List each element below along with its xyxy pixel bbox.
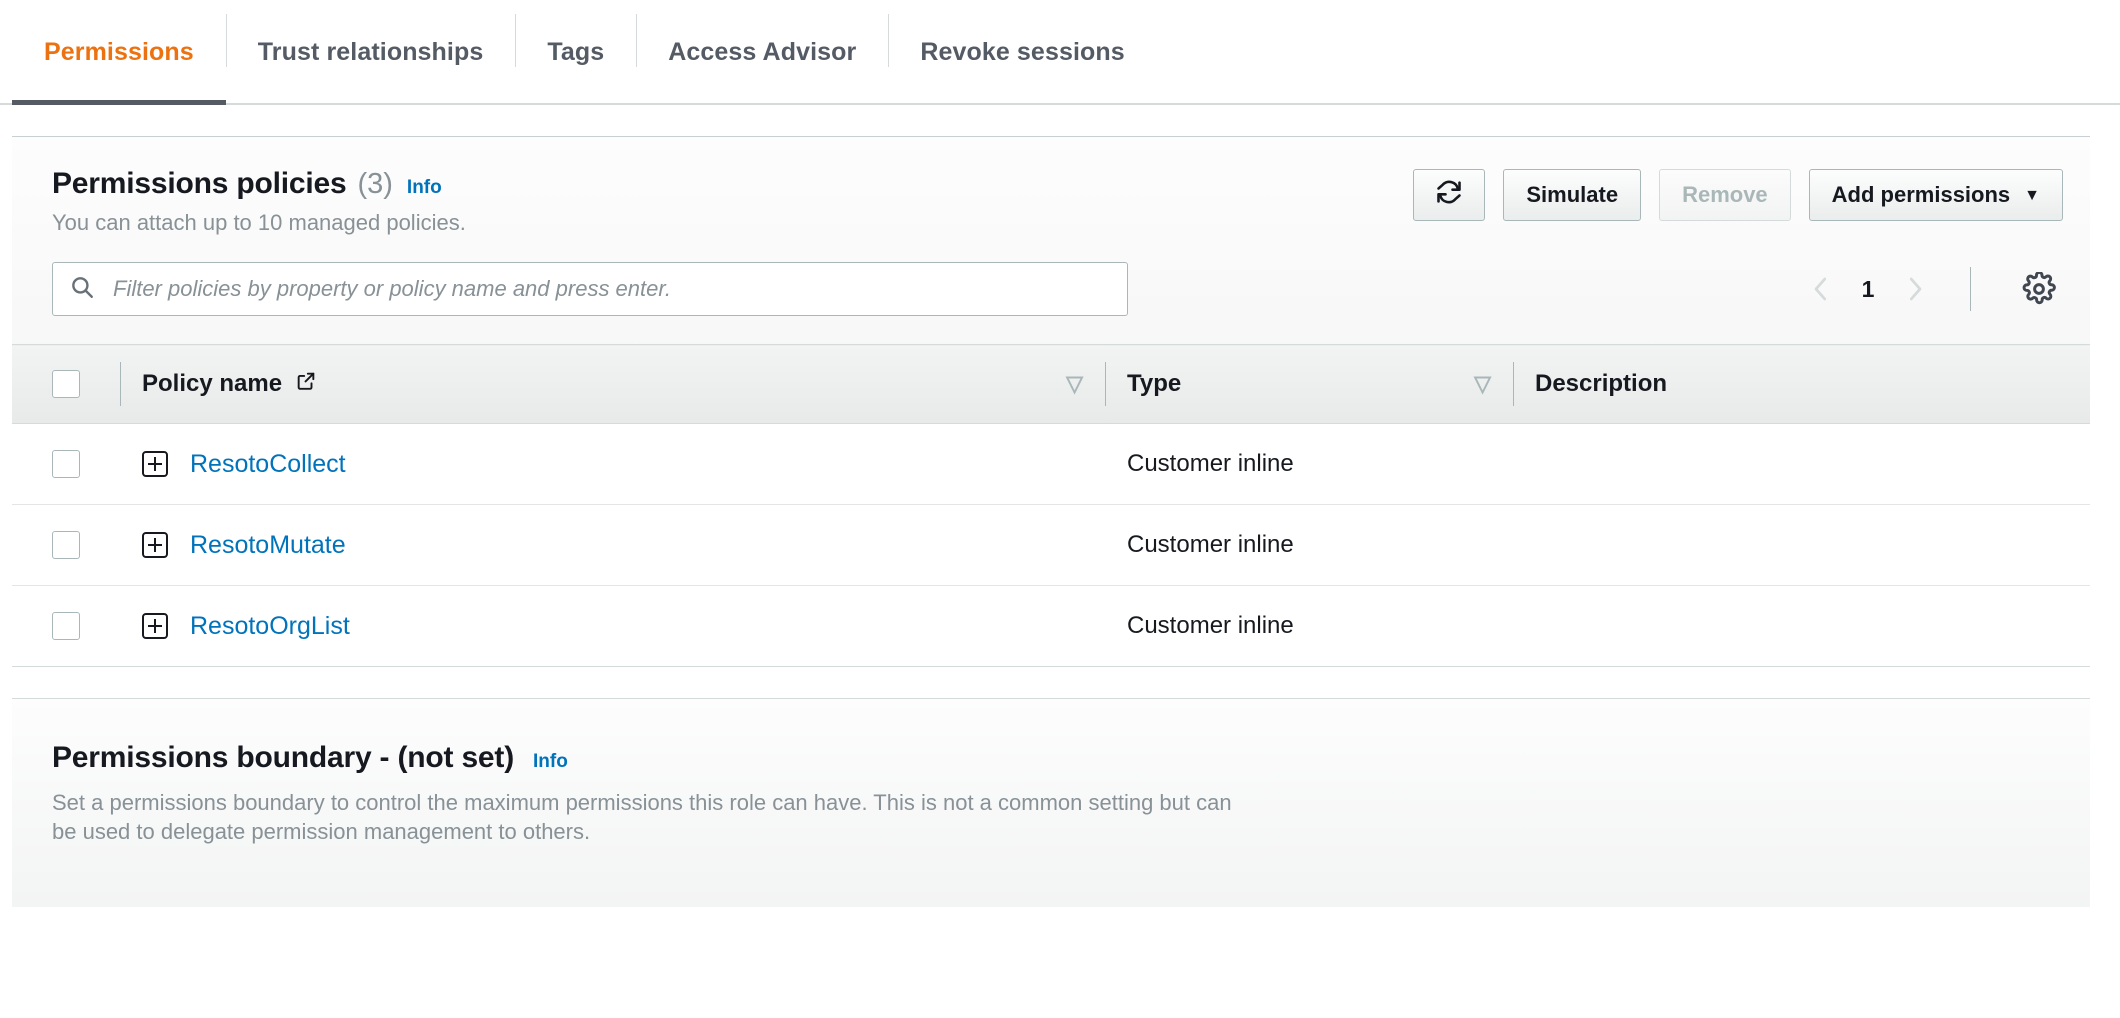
permissions-boundary-panel: Permissions boundary - (not set) Info Se… xyxy=(12,698,2090,907)
chevron-left-icon[interactable] xyxy=(1808,273,1834,305)
row-select-cell xyxy=(12,423,120,505)
tab-bar: Permissions Trust relationships Tags Acc… xyxy=(0,0,2120,105)
simulate-button[interactable]: Simulate xyxy=(1503,169,1642,221)
boundary-content: Permissions boundary - (not set) Info Se… xyxy=(12,741,2090,847)
plus-box-icon[interactable] xyxy=(142,451,168,477)
column-label: Policy name xyxy=(142,370,283,397)
chevron-down-icon: ▼ xyxy=(2024,187,2040,204)
remove-label: Remove xyxy=(1682,182,1768,207)
tab-tags[interactable]: Tags xyxy=(515,0,636,105)
panel-actions: Simulate Remove Add permissions ▼ xyxy=(1413,165,2063,221)
row-select-cell xyxy=(12,585,120,667)
tab-access-advisor[interactable]: Access Advisor xyxy=(636,0,888,105)
policy-type: Customer inline xyxy=(1127,612,1294,639)
external-link-icon xyxy=(295,370,317,399)
policy-type: Customer inline xyxy=(1127,450,1294,477)
search-input[interactable] xyxy=(111,275,1111,303)
permissions-policies-panel: Permissions policies (3) Info You can at… xyxy=(12,136,2090,667)
panel-header-text: Permissions policies (3) Info You can at… xyxy=(52,165,466,236)
policy-name-link[interactable]: ResotoMutate xyxy=(190,531,346,560)
row-policy-name-cell: ResotoCollect xyxy=(120,423,1105,505)
row-type-cell: Customer inline xyxy=(1105,423,1513,505)
boundary-title-row: Permissions boundary - (not set) Info xyxy=(52,741,2050,775)
plus-box-icon[interactable] xyxy=(142,532,168,558)
column-description[interactable]: Description xyxy=(1513,344,2090,424)
remove-button[interactable]: Remove xyxy=(1659,169,1791,221)
table-header-row: Policy name ▽ Type ▽ Description xyxy=(12,344,2090,424)
row-checkbox[interactable] xyxy=(52,612,80,640)
table-row[interactable]: ResotoOrgList Customer inline xyxy=(12,585,2090,667)
row-description-cell xyxy=(1513,504,2090,586)
boundary-title: Permissions boundary - (not set) xyxy=(52,741,514,774)
add-permissions-label: Add permissions xyxy=(1831,182,2011,207)
policy-name-link[interactable]: ResotoCollect xyxy=(190,450,346,479)
plus-box-icon[interactable] xyxy=(142,613,168,639)
row-checkbox[interactable] xyxy=(52,450,80,478)
tab-label: Trust relationships xyxy=(257,38,484,66)
row-policy-name-cell: ResotoMutate xyxy=(120,504,1105,586)
tab-label: Access Advisor xyxy=(668,38,857,66)
tab-revoke-sessions[interactable]: Revoke sessions xyxy=(888,0,1156,105)
policies-table: Policy name ▽ Type ▽ Description ResotoC… xyxy=(12,344,2090,667)
column-label: Type xyxy=(1127,370,1182,397)
row-description-cell xyxy=(1513,423,2090,505)
pagination: 1 xyxy=(1808,267,2059,311)
add-permissions-button[interactable]: Add permissions ▼ xyxy=(1808,169,2063,221)
sort-icon[interactable]: ▽ xyxy=(1474,373,1491,395)
policy-count: (3) xyxy=(357,168,393,200)
select-all-checkbox[interactable] xyxy=(52,370,80,398)
tab-label: Tags xyxy=(547,38,605,66)
tab-label: Permissions xyxy=(44,38,194,66)
chevron-right-icon[interactable] xyxy=(1902,273,1928,305)
search-icon xyxy=(69,274,95,305)
panel-subtitle: You can attach up to 10 managed policies… xyxy=(52,210,466,235)
filter-row: 1 xyxy=(12,236,2090,344)
column-type[interactable]: Type ▽ xyxy=(1105,344,1513,424)
row-type-cell: Customer inline xyxy=(1105,585,1513,667)
simulate-label: Simulate xyxy=(1526,182,1619,207)
row-checkbox[interactable] xyxy=(52,531,80,559)
refresh-icon xyxy=(1435,178,1463,212)
table-row[interactable]: ResotoMutate Customer inline xyxy=(12,504,2090,586)
row-type-cell: Customer inline xyxy=(1105,504,1513,586)
column-label: Description xyxy=(1535,370,1668,397)
gear-icon[interactable] xyxy=(2019,269,2059,309)
policy-name-link[interactable]: ResotoOrgList xyxy=(190,612,350,641)
column-divider xyxy=(1513,362,1514,406)
column-policy-name[interactable]: Policy name ▽ xyxy=(120,344,1105,424)
tab-trust-relationships[interactable]: Trust relationships xyxy=(225,0,516,105)
tab-label: Revoke sessions xyxy=(920,38,1125,66)
column-divider xyxy=(1105,362,1106,406)
row-description-cell xyxy=(1513,585,2090,667)
title-row: Permissions policies (3) Info xyxy=(52,167,466,201)
table-row[interactable]: ResotoCollect Customer inline xyxy=(12,423,2090,505)
column-divider xyxy=(120,362,121,406)
refresh-button[interactable] xyxy=(1413,169,1486,221)
page-number[interactable]: 1 xyxy=(1860,276,1876,303)
select-all-header xyxy=(12,344,120,424)
boundary-description: Set a permissions boundary to control th… xyxy=(52,790,1232,845)
row-select-cell xyxy=(12,504,120,586)
policy-type: Customer inline xyxy=(1127,531,1294,558)
info-link[interactable]: Info xyxy=(407,177,442,199)
page-title: Permissions policies xyxy=(52,167,347,200)
row-policy-name-cell: ResotoOrgList xyxy=(120,585,1105,667)
panel-header: Permissions policies (3) Info You can at… xyxy=(12,137,2090,236)
tab-permissions[interactable]: Permissions xyxy=(12,0,226,105)
search-box[interactable] xyxy=(52,262,1128,316)
sort-icon[interactable]: ▽ xyxy=(1066,373,1083,395)
pagination-divider xyxy=(1970,267,1971,311)
info-link[interactable]: Info xyxy=(533,751,568,773)
